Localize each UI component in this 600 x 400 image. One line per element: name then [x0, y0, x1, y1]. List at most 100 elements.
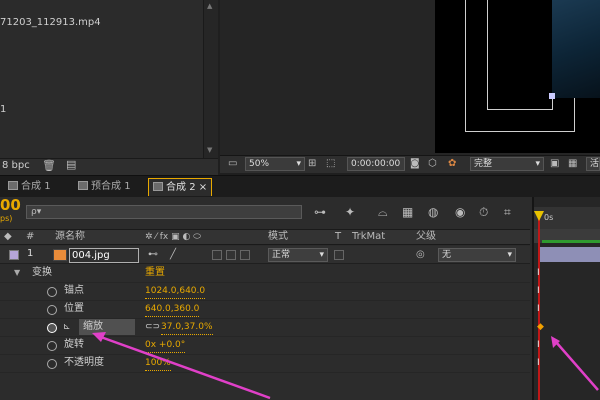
stopwatch-icon[interactable] — [47, 305, 57, 315]
show-snapshot-icon[interactable]: ⬡ — [428, 157, 437, 171]
column-source-name[interactable]: 源名称 — [55, 230, 85, 244]
stopwatch-icon[interactable] — [47, 341, 57, 351]
shy-switch-icon[interactable]: ⊷ — [148, 248, 158, 262]
fit-icon[interactable]: ⊞ — [308, 157, 316, 171]
preserve-transparency-box[interactable] — [334, 250, 344, 260]
zoom-value: 50% — [249, 159, 270, 169]
bit-depth-button[interactable]: 8 bpc — [2, 160, 30, 171]
shy-layers-icon[interactable]: ⌓ — [378, 205, 388, 219]
tab-comp-1[interactable]: 合成 1 — [8, 178, 51, 196]
transform-reset-link[interactable]: 重置 — [145, 266, 165, 280]
layer-image-preview[interactable] — [552, 0, 600, 98]
constrain-proportions-icon[interactable]: ⊂⊃ — [145, 320, 160, 334]
keyframe-icon[interactable]: I — [537, 304, 540, 314]
composition-icon — [78, 181, 88, 190]
tab-number: 1 — [44, 181, 51, 192]
auto-keyframe-icon[interactable]: ⏱ — [479, 205, 488, 219]
property-name: 位置 — [64, 303, 84, 314]
ruler-label: 0s — [544, 213, 554, 222]
tab-number: 1 — [124, 181, 131, 192]
column-parent[interactable]: 父级 — [416, 230, 436, 244]
property-name: 锚点 — [64, 285, 84, 296]
timeline-fps: ps) — [0, 214, 13, 223]
transform-group-row[interactable] — [0, 265, 530, 283]
parent-value: 无 — [442, 250, 452, 260]
label-column-icon[interactable]: ◆ — [4, 230, 12, 244]
layer-search-input[interactable]: ρ▾ — [26, 205, 302, 219]
column-mode[interactable]: 模式 — [268, 230, 288, 244]
tab-number: 2 — [189, 182, 196, 193]
snapshot-icon[interactable]: ◙ — [410, 157, 420, 171]
layer-label-color[interactable] — [9, 250, 19, 260]
switch-box[interactable] — [226, 250, 236, 260]
switch-box[interactable] — [240, 250, 250, 260]
footer-tool-icon[interactable]: ▤ — [66, 158, 76, 171]
switch-box[interactable] — [212, 250, 222, 260]
blend-mode-select[interactable]: 正常 ▾ — [268, 248, 328, 262]
action-safe-guide — [487, 0, 553, 110]
quality-switch-icon[interactable]: ╱ — [170, 248, 176, 262]
stopwatch-icon[interactable] — [47, 287, 57, 297]
keyframe-icon[interactable]: I — [537, 358, 540, 368]
column-index[interactable]: # — [26, 230, 34, 244]
column-trkmat[interactable]: TrkMat — [352, 230, 385, 244]
column-t[interactable]: T — [335, 230, 341, 244]
view-select[interactable]: 活 — [586, 157, 600, 171]
layer-duration-bar[interactable] — [540, 247, 600, 262]
close-icon[interactable]: × — [199, 182, 207, 193]
property-value[interactable]: 37.0,37.0% — [161, 320, 213, 335]
tab-label: 合成 — [21, 181, 41, 192]
current-time-field[interactable]: 0:00:00:00 — [347, 157, 405, 171]
project-file-name[interactable]: 71203_112913.mp4 — [0, 17, 101, 28]
tab-label: 合成 — [166, 182, 186, 193]
layer-index: 1 — [27, 248, 34, 259]
chevron-down-icon: ▾ — [507, 250, 512, 260]
property-value[interactable]: 100% — [145, 356, 171, 371]
channel-icon[interactable]: ✿ — [448, 157, 456, 171]
project-row-number: 1 — [0, 104, 7, 115]
layer-name-field[interactable]: 004.jpg — [69, 248, 139, 263]
tab-precomp-1[interactable]: 预合成 1 — [78, 178, 131, 196]
graph-icon[interactable]: ⊾ — [63, 320, 71, 334]
motion-blur-icon[interactable]: ◍ — [428, 205, 438, 219]
display-icon[interactable]: ▭ — [228, 157, 237, 171]
keyframe-diamond-icon[interactable]: ◆ — [537, 322, 544, 332]
property-name-selected[interactable]: 缩放 — [79, 319, 135, 335]
transform-handle[interactable] — [549, 93, 555, 99]
resolution-select[interactable]: 完整 ▾ — [470, 157, 544, 171]
trash-icon[interactable]: 🗑 — [42, 159, 56, 172]
stopwatch-icon[interactable] — [47, 359, 57, 369]
project-scrollbar[interactable]: ▲ ▼ — [203, 0, 218, 158]
timeline-timecode[interactable]: 00 — [0, 196, 21, 214]
region-icon[interactable]: ⬚ — [326, 157, 335, 171]
roi-icon[interactable]: ▣ — [550, 157, 559, 171]
property-value[interactable]: 640.0,360.0 — [145, 302, 200, 317]
draft-3d-icon[interactable]: ✦ — [345, 205, 355, 219]
tab-label: 预合成 — [91, 181, 121, 192]
scroll-up-icon[interactable]: ▲ — [207, 2, 216, 10]
keyframe-icon[interactable]: I — [537, 340, 540, 350]
image-file-icon — [53, 249, 67, 261]
expand-triangle-icon[interactable]: ▼ — [14, 266, 20, 280]
composition-icon — [153, 182, 163, 191]
property-value[interactable]: 1024.0,640.0 — [145, 284, 206, 299]
stopwatch-active-icon[interactable] — [47, 323, 57, 333]
frame-blending-icon[interactable]: ▦ — [402, 205, 413, 219]
transform-group-label: 变换 — [32, 267, 52, 278]
pickwhip-icon[interactable]: ◎ — [416, 248, 425, 262]
project-footer — [0, 158, 218, 175]
parent-select[interactable]: 无 ▾ — [438, 248, 516, 262]
zoom-select[interactable]: 50% ▾ — [245, 157, 305, 171]
graph-editor-icon[interactable]: ⌗ — [504, 205, 511, 219]
transparency-grid-icon[interactable]: ▦ — [568, 157, 577, 171]
keyframe-icon[interactable]: I — [537, 286, 540, 296]
chevron-down-icon: ▾ — [535, 159, 540, 169]
comp-flowchart-icon[interactable]: ⊶ — [314, 205, 326, 219]
tab-comp-2[interactable]: 合成 2 × — [148, 178, 213, 196]
switches-column-icons[interactable]: ✲ ⁄ fx ▣ ◐ ⬭ — [145, 230, 201, 244]
scroll-down-icon[interactable]: ▼ — [207, 146, 216, 154]
keyframe-icon[interactable]: I — [537, 268, 540, 278]
property-value[interactable]: 0x +0.0° — [145, 338, 186, 353]
brainstorm-icon[interactable]: ◉ — [455, 205, 465, 219]
render-cache-bar — [542, 240, 600, 243]
